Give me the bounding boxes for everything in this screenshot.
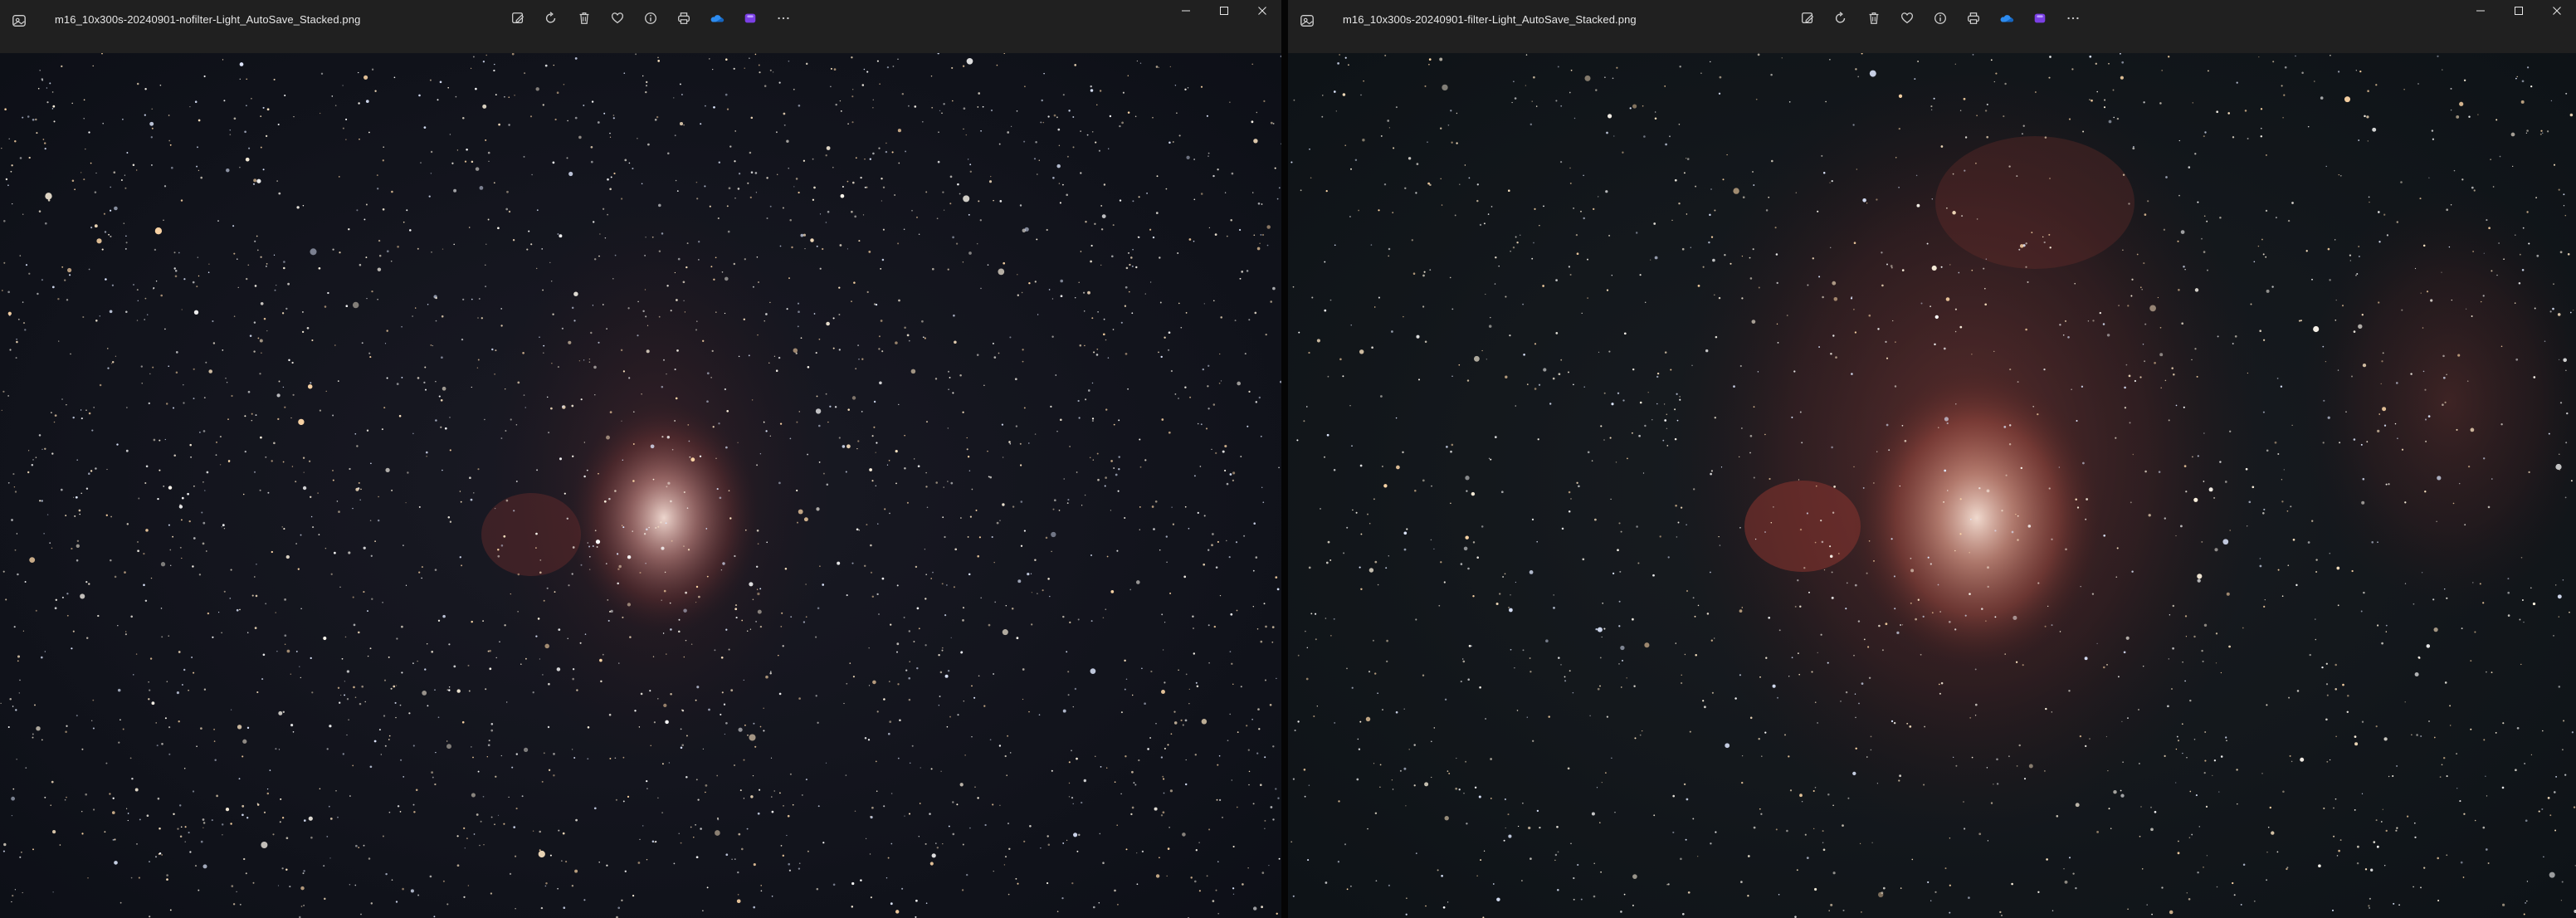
edit-image-icon xyxy=(510,11,525,30)
onedrive-button[interactable] xyxy=(700,8,734,32)
photos-app-icon[interactable] xyxy=(1298,12,1316,30)
onedrive-button[interactable] xyxy=(1990,8,2023,32)
file-info-button[interactable] xyxy=(634,8,667,32)
minimize-icon xyxy=(1181,5,1191,20)
edit-image-icon xyxy=(1800,11,1815,30)
title-bar[interactable]: m16_10x300s-20240901-nofilter-Light_Auto… xyxy=(0,0,1281,53)
edit-image-button[interactable] xyxy=(1791,8,1824,32)
delete-button[interactable] xyxy=(1857,8,1891,32)
close-button[interactable] xyxy=(2538,0,2576,25)
print-button[interactable] xyxy=(1957,8,1990,32)
close-icon xyxy=(2552,5,2562,20)
clipchamp-icon xyxy=(743,11,758,30)
clipchamp-button[interactable] xyxy=(2023,8,2056,32)
image-viewer[interactable] xyxy=(1288,53,2576,918)
more-options-button[interactable] xyxy=(767,8,800,32)
rotate-button[interactable] xyxy=(1824,8,1857,32)
favorite-heart-icon xyxy=(610,11,625,30)
file-name-title: m16_10x300s-20240901-filter-Light_AutoSa… xyxy=(1343,13,1637,26)
maximize-button[interactable] xyxy=(1205,0,1243,25)
favorite-heart-icon xyxy=(1900,11,1915,30)
print-button[interactable] xyxy=(667,8,700,32)
minimize-button[interactable] xyxy=(1167,0,1205,25)
caption-buttons xyxy=(1167,0,1281,25)
maximize-icon xyxy=(2514,5,2524,20)
rotate-icon xyxy=(544,11,559,30)
more-options-icon xyxy=(2066,11,2081,30)
onedrive-cloud-icon xyxy=(1999,11,2014,30)
edit-image-button[interactable] xyxy=(501,8,534,32)
rotate-button[interactable] xyxy=(534,8,568,32)
photos-window-filter: m16_10x300s-20240901-filter-Light_AutoSa… xyxy=(1288,0,2576,918)
file-name-title: m16_10x300s-20240901-nofilter-Light_Auto… xyxy=(55,13,361,26)
print-icon xyxy=(676,11,691,30)
delete-icon xyxy=(1866,11,1881,30)
maximize-icon xyxy=(1219,5,1229,20)
minimize-icon xyxy=(2476,5,2486,20)
delete-button[interactable] xyxy=(568,8,601,32)
close-button[interactable] xyxy=(1243,0,1281,25)
window-gap xyxy=(1281,0,1288,918)
photos-app-icon[interactable] xyxy=(10,12,28,30)
clipchamp-button[interactable] xyxy=(734,8,767,32)
print-icon xyxy=(1966,11,1981,30)
favorite-button[interactable] xyxy=(1891,8,1924,32)
rotate-icon xyxy=(1833,11,1848,30)
more-options-icon xyxy=(776,11,791,30)
photos-window-nofilter: m16_10x300s-20240901-nofilter-Light_Auto… xyxy=(0,0,1281,918)
caption-buttons xyxy=(2461,0,2576,25)
image-toolbar xyxy=(501,8,800,32)
file-info-icon xyxy=(1933,11,1948,30)
onedrive-cloud-icon xyxy=(710,11,724,30)
delete-icon xyxy=(577,11,592,30)
file-info-button[interactable] xyxy=(1924,8,1957,32)
image-toolbar xyxy=(1791,8,2090,32)
favorite-button[interactable] xyxy=(601,8,634,32)
maximize-button[interactable] xyxy=(2500,0,2538,25)
close-icon xyxy=(1257,5,1267,20)
clipchamp-icon xyxy=(2032,11,2047,30)
image-viewer[interactable] xyxy=(0,53,1281,918)
astrophoto-image xyxy=(1288,53,2576,918)
file-info-icon xyxy=(643,11,658,30)
title-bar[interactable]: m16_10x300s-20240901-filter-Light_AutoSa… xyxy=(1288,0,2576,53)
more-options-button[interactable] xyxy=(2056,8,2090,32)
astrophoto-image xyxy=(0,53,1281,918)
minimize-button[interactable] xyxy=(2461,0,2500,25)
